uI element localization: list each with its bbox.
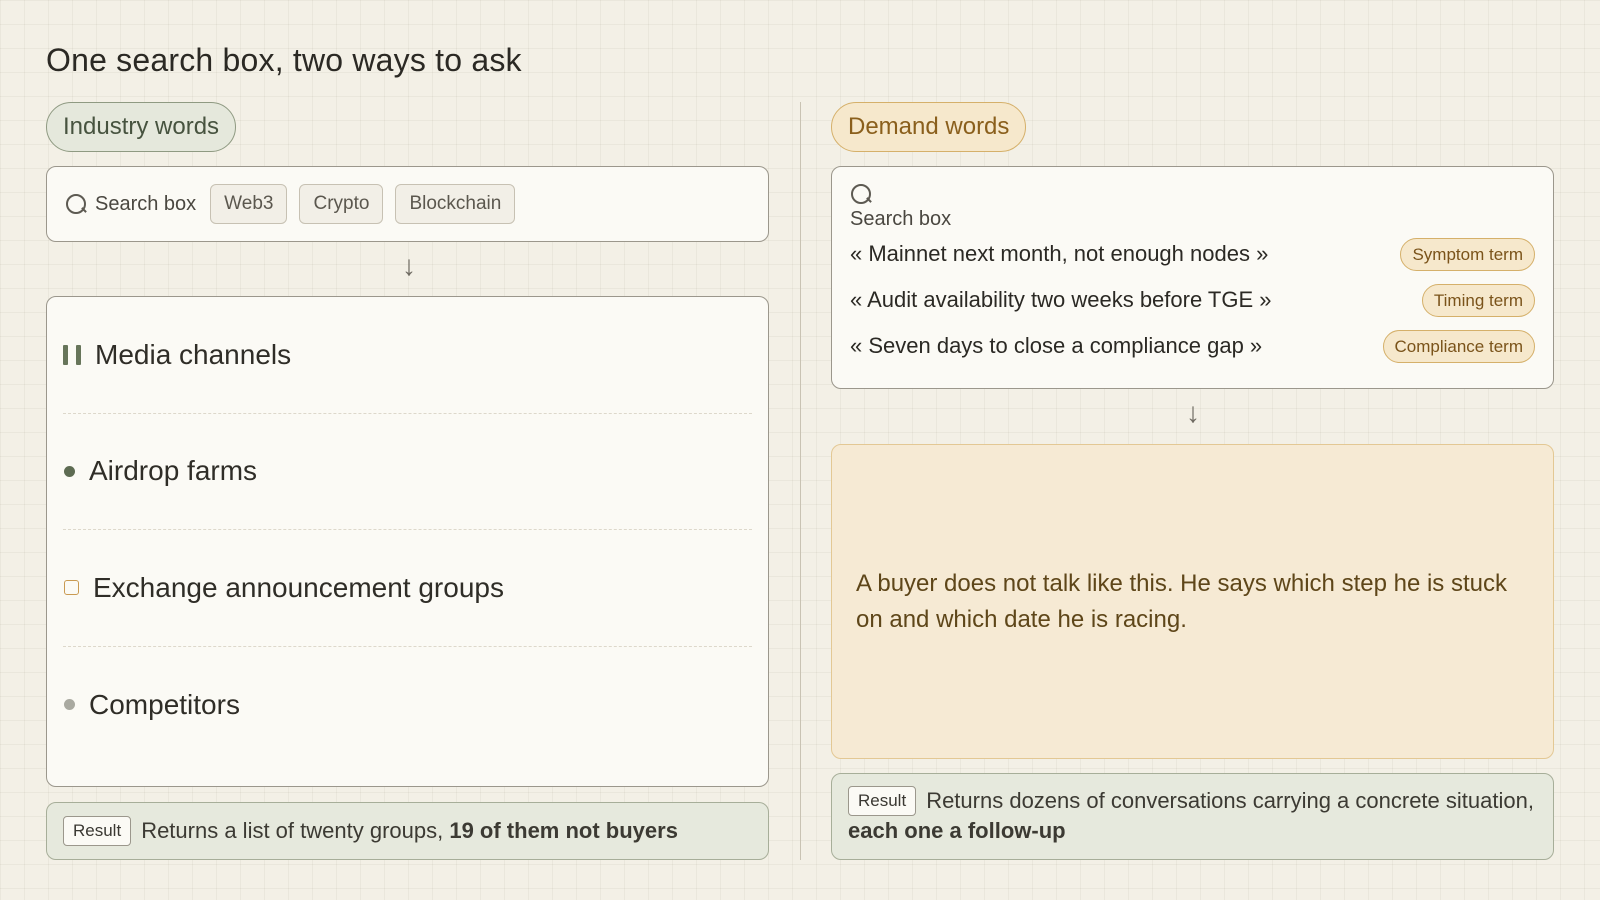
industry-search-box[interactable]: Search box Web3 Crypto Blockchain bbox=[46, 166, 769, 242]
demand-words-pill: Demand words bbox=[831, 102, 1027, 152]
list-item[interactable]: Media channels bbox=[63, 297, 752, 414]
search-box-label: Search box bbox=[850, 208, 952, 230]
list-item-label: Competitors bbox=[89, 688, 240, 720]
square-icon bbox=[64, 580, 79, 596]
search-icon bbox=[850, 182, 872, 206]
query-row[interactable]: « Seven days to close a compliance gap »… bbox=[850, 323, 1535, 369]
industry-results-list: Media channels Airdrop farms Exchange an… bbox=[46, 296, 769, 787]
list-item[interactable]: Exchange announcement groups bbox=[63, 530, 752, 647]
list-item-label: Media channels bbox=[95, 338, 292, 370]
query-row[interactable]: « Audit availability two weeks before TG… bbox=[850, 277, 1535, 323]
list-item-label: Airdrop farms bbox=[89, 455, 258, 487]
result-emphasis: each one a follow-up bbox=[848, 818, 1066, 843]
search-box-label: Search box bbox=[95, 192, 197, 215]
result-text: Returns dozens of conversations carrying… bbox=[848, 788, 1534, 843]
industry-result-box: Result Returns a list of twenty groups, … bbox=[46, 802, 769, 860]
list-item[interactable]: Airdrop farms bbox=[63, 414, 752, 530]
dot-icon bbox=[64, 465, 75, 477]
search-icon bbox=[65, 192, 87, 216]
compliance-term-chip: Compliance term bbox=[1382, 330, 1535, 363]
bars-icon bbox=[63, 344, 81, 365]
down-arrow-icon: ↓ bbox=[402, 250, 416, 281]
buyer-quote-text: A buyer does not talk like this. He says… bbox=[856, 569, 1507, 633]
query-text: « Mainnet next month, not enough nodes » bbox=[850, 241, 1269, 266]
demand-search-box[interactable]: Search box « Mainnet next month, not eno… bbox=[831, 166, 1554, 389]
grey-dot-icon bbox=[64, 699, 75, 711]
timing-term-chip: Timing term bbox=[1421, 284, 1535, 317]
list-item[interactable]: Competitors bbox=[63, 647, 752, 764]
list-item-label: Exchange announcement groups bbox=[93, 571, 504, 603]
demand-result-box: Result Returns dozens of conversations ca… bbox=[831, 773, 1554, 860]
tag-blockchain[interactable]: Blockchain bbox=[395, 184, 516, 224]
column-divider bbox=[800, 102, 801, 860]
query-row[interactable]: « Mainnet next month, not enough nodes »… bbox=[850, 231, 1535, 277]
result-badge: Result bbox=[63, 816, 132, 846]
tag-crypto[interactable]: Crypto bbox=[299, 184, 384, 224]
result-text: Returns a list of twenty groups, 19 of t… bbox=[141, 818, 678, 843]
tag-web3[interactable]: Web3 bbox=[210, 184, 288, 224]
symptom-term-chip: Symptom term bbox=[1400, 238, 1535, 271]
query-text: « Audit availability two weeks before TG… bbox=[850, 287, 1272, 312]
query-text: « Seven days to close a compliance gap » bbox=[850, 333, 1263, 358]
down-arrow-icon: ↓ bbox=[1186, 397, 1200, 428]
page-title: One search box, two ways to ask bbox=[46, 42, 522, 78]
industry-words-pill: Industry words bbox=[46, 102, 237, 152]
buyer-quote-box: A buyer does not talk like this. He says… bbox=[831, 444, 1554, 759]
result-emphasis: 19 of them not buyers bbox=[449, 818, 678, 843]
result-badge: Result bbox=[848, 786, 917, 816]
